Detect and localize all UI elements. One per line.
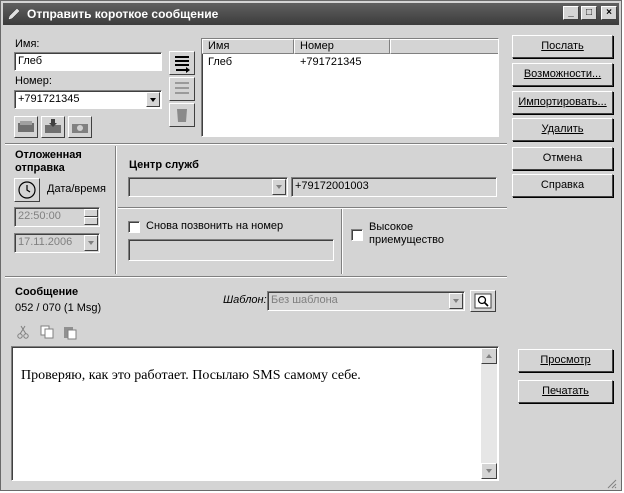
service-center-number[interactable]: +79172001003 xyxy=(291,177,497,197)
recipients-list[interactable]: Имя Номер Глеб +791721345 xyxy=(201,38,499,137)
resize-grip-icon[interactable] xyxy=(605,477,617,489)
time-input[interactable]: 22:50:00 xyxy=(14,207,100,227)
preview-button[interactable]: Просмотр xyxy=(518,349,613,372)
row-name: Глеб xyxy=(208,56,233,68)
clock-icon xyxy=(18,181,36,199)
divider xyxy=(118,207,507,209)
column-header-number[interactable]: Номер xyxy=(294,39,390,54)
template-search-button[interactable] xyxy=(470,290,496,312)
telephone-icon xyxy=(72,124,88,133)
number-combobox[interactable]: +791721345 xyxy=(14,90,162,109)
chevron-down-icon[interactable] xyxy=(146,92,160,107)
recall-number-input[interactable] xyxy=(128,239,334,261)
high-priority-label-line2: приемущество xyxy=(369,234,444,246)
date-picker[interactable]: 17.11.2006 xyxy=(14,233,100,253)
column-header-name[interactable]: Имя xyxy=(202,39,294,54)
table-row[interactable]: Глеб +791721345 xyxy=(202,55,498,69)
column-header-spacer xyxy=(390,39,498,54)
print-button-label: Печатать xyxy=(542,385,589,397)
phonebook-button[interactable] xyxy=(14,116,38,138)
preview-button-label: Просмотр xyxy=(540,354,591,366)
time-spinner[interactable] xyxy=(84,209,98,225)
message-scrollbar[interactable] xyxy=(481,348,497,479)
delete-button[interactable]: Удалить xyxy=(512,118,613,141)
maximize-button[interactable]: □ xyxy=(581,6,597,20)
chevron-down-icon[interactable] xyxy=(84,235,98,251)
remove-recipient-button[interactable] xyxy=(169,103,195,127)
template-combobox[interactable]: Без шаблона xyxy=(267,291,465,311)
recall-checkbox[interactable] xyxy=(128,221,140,233)
delete-button-label: Удалить xyxy=(541,123,584,135)
deferred-title-line2: отправка xyxy=(15,162,65,174)
scroll-down-icon[interactable] xyxy=(481,463,497,479)
template-label: Шаблон: xyxy=(223,294,267,306)
name-input[interactable]: Глеб xyxy=(14,52,162,71)
send-button-label: Послать xyxy=(541,40,584,52)
high-priority-label-line1: Высокое xyxy=(369,221,414,233)
pencil-icon xyxy=(8,8,20,20)
sms-dialog: Отправить короткое сообщение _ □ × Имя: … xyxy=(0,0,622,491)
cancel-button[interactable]: Отмена xyxy=(512,147,613,170)
service-center-title: Центр служб xyxy=(129,159,199,171)
paste-icon[interactable] xyxy=(62,324,78,340)
name-label: Имя: xyxy=(15,38,40,50)
options-button-label: Возможности... xyxy=(523,68,602,80)
send-button[interactable]: Послать xyxy=(512,35,613,58)
divider xyxy=(5,143,507,145)
copy-icon[interactable] xyxy=(39,324,55,340)
phone-button[interactable] xyxy=(68,116,92,138)
options-button[interactable]: Возможности... xyxy=(512,63,613,86)
download-contacts-button[interactable] xyxy=(41,116,65,138)
help-button-label: Справка xyxy=(540,179,585,191)
replace-recipient-button[interactable] xyxy=(169,77,195,101)
chevron-down-icon[interactable] xyxy=(272,179,286,195)
message-body[interactable]: Проверяю, как это работает. Посылаю SMS … xyxy=(11,346,499,481)
deferred-toggle-button[interactable] xyxy=(14,178,40,202)
time-value: 22:50:00 xyxy=(18,210,61,222)
message-counter: 052 / 070 (1 Msg) xyxy=(15,302,102,314)
help-button[interactable]: Справка xyxy=(512,174,613,197)
date-value: 17.11.2006 xyxy=(18,236,73,248)
scroll-up-icon[interactable] xyxy=(481,348,497,364)
cut-icon[interactable] xyxy=(15,324,31,340)
add-to-list-icon xyxy=(175,56,190,73)
high-priority-checkbox[interactable] xyxy=(351,229,363,241)
divider xyxy=(5,276,507,278)
template-value: Без шаблона xyxy=(271,294,338,306)
row-number: +791721345 xyxy=(300,56,362,68)
cancel-button-label: Отмена xyxy=(542,152,583,164)
import-button[interactable]: Импортировать... xyxy=(512,91,613,114)
import-button-label: Импортировать... xyxy=(518,96,607,108)
message-title: Сообщение xyxy=(15,286,79,298)
magnifier-icon xyxy=(474,293,492,309)
number-value: +791721345 xyxy=(18,93,80,105)
download-icon xyxy=(45,119,61,133)
chevron-down-icon[interactable] xyxy=(449,293,463,309)
recall-label: Снова позвонить на номер xyxy=(146,220,284,232)
divider xyxy=(115,146,117,274)
service-center-combobox[interactable] xyxy=(128,177,288,197)
print-button[interactable]: Печатать xyxy=(518,380,613,403)
message-text: Проверяю, как это работает. Посылаю SMS … xyxy=(21,368,361,383)
swap-icon xyxy=(175,82,189,94)
trash-icon xyxy=(177,109,187,122)
deferred-title-line1: Отложенная xyxy=(15,149,82,161)
number-label: Номер: xyxy=(15,75,52,87)
close-button[interactable]: × xyxy=(601,6,617,20)
datetime-label: Дата/время xyxy=(47,183,107,195)
add-recipient-button[interactable] xyxy=(169,51,195,75)
phonebook-icon xyxy=(18,121,34,132)
minimize-button[interactable]: _ xyxy=(563,6,579,20)
divider xyxy=(341,209,343,274)
window-title: Отправить короткое сообщение xyxy=(27,7,219,21)
title-bar: Отправить короткое сообщение _ □ × xyxy=(3,3,619,25)
